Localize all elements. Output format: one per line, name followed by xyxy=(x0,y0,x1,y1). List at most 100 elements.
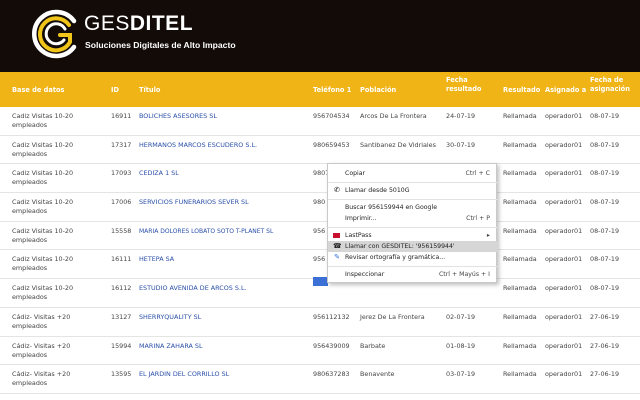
table-row[interactable]: Cadiz Visitas 10-20 empleados 17317 HERM… xyxy=(0,135,640,165)
cell-base: Cadiz Visitas 10-20 empleados xyxy=(12,169,74,187)
cell-telefono: 980659453 xyxy=(313,140,350,149)
cell-base: Cadiz Visitas 10-20 empleados xyxy=(12,255,74,273)
cell-resultado: Rellamada xyxy=(503,284,537,293)
cell-titulo-link[interactable]: HETEPA SA xyxy=(139,255,174,264)
cell-poblacion: Jerez De La Frontera xyxy=(360,312,425,321)
cell-fecha-asignacion: 08-07-19 xyxy=(590,169,620,178)
table-row[interactable]: Cadiz Visitas 10-20 empleados 15558 MARI… xyxy=(0,221,640,251)
cell-titulo-link[interactable]: MARINA ZAHARA SL xyxy=(139,342,203,351)
cell-base: Cadiz Visitas 10-20 empleados xyxy=(12,198,74,216)
cell-base: Cadiz Visitas 10-20 empleados xyxy=(12,140,74,158)
cell-titulo-link[interactable]: MARIA DOLORES LOBATO SOTO T-PLANET SL xyxy=(139,227,273,236)
cell-telefono: 980 xyxy=(313,198,326,207)
col-telefono[interactable]: Teléfono 1 xyxy=(313,86,351,95)
table-row[interactable]: Cadiz Visitas 10-20 empleados 17093 CEDI… xyxy=(0,164,640,194)
cell-resultado: Rellamada xyxy=(503,112,537,120)
context-menu: Copiar Ctrl + C ✆ Llamar desde 5010G Bus… xyxy=(327,163,498,283)
cell-asignado: operador01 xyxy=(545,198,583,207)
menu-item-print[interactable]: Imprimir... Ctrl + P xyxy=(328,213,498,224)
menu-separator xyxy=(328,266,498,267)
cell-telefono: 956439009 xyxy=(313,341,350,350)
cell-titulo-link[interactable]: SERVICIOS FUNERARIOS SEVER SL xyxy=(139,198,249,207)
col-poblacion[interactable]: Población xyxy=(360,86,396,95)
cell-telefono: 956 xyxy=(313,255,326,264)
menu-item-copy[interactable]: Copiar Ctrl + C xyxy=(328,168,498,179)
col-base-datos[interactable]: Base de datos xyxy=(12,86,64,95)
gesditel-logo-icon xyxy=(32,9,77,59)
cell-titulo-link[interactable]: CEDIZA 1 SL xyxy=(139,169,179,178)
cell-id: 17093 xyxy=(111,169,132,178)
cell-id: 15994 xyxy=(111,341,132,350)
cell-resultado: Rellamada xyxy=(503,226,537,235)
phone-icon: ✆ xyxy=(334,186,340,194)
cell-fecha-asignacion: 08-07-19 xyxy=(590,284,620,293)
cell-fecha-asignacion: 08-07-19 xyxy=(590,112,620,120)
brand-name: GESDITEL xyxy=(84,12,194,35)
cell-titulo-link[interactable]: EL JARDIN DEL CORRILLO SL xyxy=(139,370,229,379)
table-row[interactable]: Cadiz Visitas 10-20 empleados 16111 HETE… xyxy=(0,250,640,280)
cell-fecha-asignacion: 08-07-19 xyxy=(590,255,620,264)
col-titulo[interactable]: Título xyxy=(139,86,160,95)
cell-poblacion: Santibanez De Vidriales xyxy=(360,140,436,149)
cell-poblacion: Barbate xyxy=(360,341,386,350)
col-resultado[interactable]: Resultado xyxy=(503,86,540,95)
cell-fecha-asignacion: 27-06-19 xyxy=(590,370,620,379)
cell-fecha-asignacion: 27-06-19 xyxy=(590,312,620,321)
text-selection-highlight xyxy=(313,277,328,286)
menu-item-lastpass[interactable]: LastPass ▸ xyxy=(328,230,498,241)
col-fecha-resultado[interactable]: Fecha resultado xyxy=(446,76,486,94)
col-id[interactable]: ID xyxy=(111,86,119,95)
cell-asignado: operador01 xyxy=(545,370,583,379)
cell-poblacion: Benavente xyxy=(360,370,395,379)
spellcheck-icon: ✎ xyxy=(334,253,340,261)
cell-titulo-link[interactable]: HERMANOS MARCOS ESCUDERO S.L. xyxy=(139,141,257,150)
cell-fecha-asignacion: 08-07-19 xyxy=(590,226,620,235)
cell-base: Cádiz- Visitas +20 empleados xyxy=(12,370,71,388)
cell-resultado: Rellamada xyxy=(503,312,537,321)
table-row[interactable]: Cadiz Visitas 10-20 empleados 16911 BOLI… xyxy=(0,107,640,136)
cell-asignado: operador01 xyxy=(545,312,583,321)
cell-titulo-link[interactable]: BOLICHES ASESORES SL xyxy=(139,112,217,121)
menu-item-inspect[interactable]: Inspeccionar Ctrl + Mayús + I xyxy=(328,269,498,280)
cell-id: 17317 xyxy=(111,140,132,149)
cell-asignado: operador01 xyxy=(545,255,583,264)
cell-telefono: 980637283 xyxy=(313,370,350,379)
cell-fecha-resultado: 30-07-19 xyxy=(446,140,476,149)
col-fecha-asignacion[interactable]: Fecha de asignación xyxy=(590,76,634,94)
cell-resultado: Rellamada xyxy=(503,140,537,149)
col-asignado[interactable]: Asignado a xyxy=(545,86,586,95)
cell-titulo-link[interactable]: SHERRYQUALITY SL xyxy=(139,313,201,322)
table-row[interactable]: Cadiz Visitas 10-20 empleados 17006 SERV… xyxy=(0,193,640,222)
menu-item-spellcheck[interactable]: ✎ Revisar ortografía y gramática... xyxy=(328,252,498,263)
cell-id: 17006 xyxy=(111,198,132,207)
app-header: GESDITEL Soluciones Digitales de Alto Im… xyxy=(0,0,640,72)
telephone-icon: ☎ xyxy=(333,242,342,250)
menu-separator xyxy=(328,182,498,183)
cell-titulo-link[interactable]: ESTUDIO AVENIDA DE ARCOS S.L. xyxy=(139,284,247,293)
cell-id: 16111 xyxy=(111,255,132,264)
cell-poblacion: Arcos De La Frontera xyxy=(360,112,427,120)
cell-asignado: operador01 xyxy=(545,226,583,235)
cell-id: 13127 xyxy=(111,312,132,321)
cell-id: 16112 xyxy=(111,284,132,293)
cell-base: Cadiz Visitas 10-20 empleados xyxy=(12,112,74,129)
cell-resultado: Rellamada xyxy=(503,370,537,379)
menu-separator xyxy=(328,199,498,200)
cell-asignado: operador01 xyxy=(545,284,583,293)
table-row[interactable]: Cádiz- Visitas +20 empleados 13127 SHERR… xyxy=(0,307,640,337)
table-row[interactable]: Cádiz- Visitas +20 empleados 15994 MARIN… xyxy=(0,336,640,366)
table-row[interactable]: Cádiz- Visitas +20 empleados 13595 EL JA… xyxy=(0,365,640,394)
cell-resultado: Rellamada xyxy=(503,255,537,264)
cell-telefono: 956 xyxy=(313,226,326,235)
cell-telefono: 956704534 xyxy=(313,112,350,120)
cell-base: Cádiz- Visitas +20 empleados xyxy=(12,341,71,359)
menu-item-call-device[interactable]: ✆ Llamar desde 5010G xyxy=(328,185,498,196)
cell-telefono: 956112132 xyxy=(313,312,350,321)
menu-item-call-gesditel[interactable]: ☎ Llamar con GESDITEL: '956159944' xyxy=(328,241,498,252)
menu-item-search-google[interactable]: Buscar 956159944 en Google xyxy=(328,202,498,213)
cell-fecha-asignacion: 08-07-19 xyxy=(590,140,620,149)
cell-resultado: Rellamada xyxy=(503,198,537,207)
cell-resultado: Rellamada xyxy=(503,169,537,178)
cell-asignado: operador01 xyxy=(545,112,583,120)
cell-resultado: Rellamada xyxy=(503,341,537,350)
